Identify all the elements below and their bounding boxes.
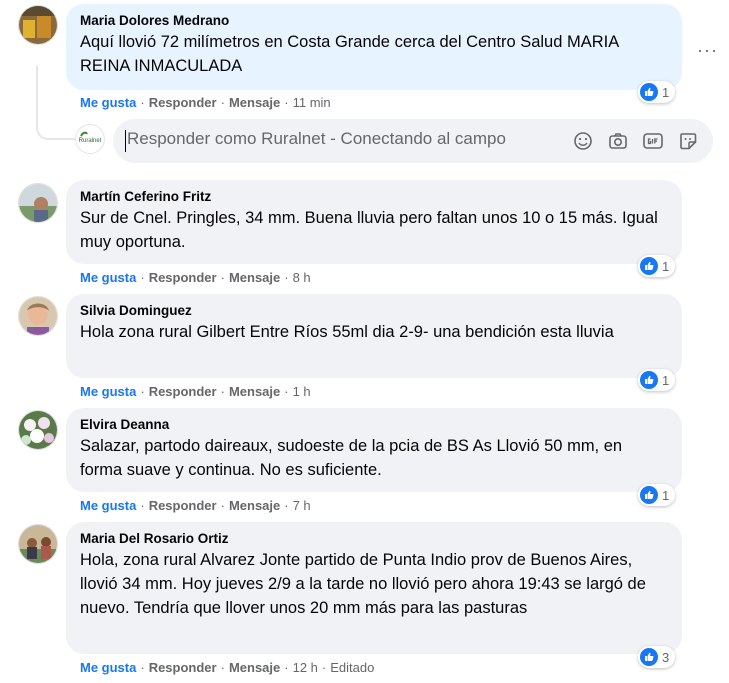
comment-actions: Me gusta · Responder · Mensaje · 11 min (80, 95, 331, 110)
reply-box[interactable]: Responder como Ruralnet - Conectando al … (113, 119, 713, 163)
text-caret (125, 130, 126, 152)
comment-author[interactable]: Martín Ceferino Fritz (80, 188, 668, 206)
timestamp[interactable]: 7 h (293, 498, 311, 513)
comment-bubble: Martín Ceferino Fritz Sur de Cnel. Pring… (66, 180, 682, 264)
reply-input[interactable]: Responder como Ruralnet - Conectando al … (127, 129, 506, 149)
avatar[interactable] (18, 5, 58, 45)
reaction-count[interactable]: 1 (638, 255, 676, 277)
comment-bubble: Silvia Dominguez Hola zona rural Gilbert… (66, 294, 682, 378)
like-button[interactable]: Me gusta (80, 384, 136, 399)
reaction-number: 1 (662, 258, 670, 274)
comment-text: Sur de Cnel. Pringles, 34 mm. Buena lluv… (80, 209, 658, 251)
like-button[interactable]: Me gusta (80, 498, 136, 513)
reply-button[interactable]: Responder (149, 660, 217, 675)
timestamp[interactable]: 8 h (293, 270, 311, 285)
reply-button[interactable]: Responder (149, 270, 217, 285)
comment-text: Salazar, partodo daireaux, sudoeste de l… (80, 437, 623, 479)
like-button[interactable]: Me gusta (80, 95, 136, 110)
comment-bubble: Maria Del Rosario Ortiz Hola, zona rural… (66, 522, 682, 654)
avatar[interactable] (18, 296, 58, 336)
comment-text: Hola, zona rural Alvarez Jonte partido d… (80, 551, 646, 617)
reaction-number: 1 (662, 487, 670, 503)
edited-label[interactable]: Editado (330, 660, 374, 675)
avatar[interactable] (18, 524, 58, 564)
like-button[interactable]: Me gusta (80, 660, 136, 675)
timestamp[interactable]: 1 h (293, 384, 311, 399)
timestamp[interactable]: 11 min (293, 95, 331, 110)
reaction-count[interactable]: 1 (638, 81, 676, 103)
comment-actions: Me gusta · Responder · Mensaje · 8 h (80, 270, 311, 285)
svg-text:Ruralnet: Ruralnet (79, 138, 102, 144)
emoji-icon[interactable] (572, 130, 594, 152)
message-button[interactable]: Mensaje (229, 270, 280, 285)
timestamp[interactable]: 12 h (293, 660, 318, 675)
reaction-count[interactable]: 3 (638, 646, 676, 668)
comment-text: Aquí llovió 72 milímetros en Costa Grand… (80, 33, 619, 75)
reaction-number: 3 (662, 649, 670, 665)
reply-button[interactable]: Responder (149, 384, 217, 399)
gif-icon[interactable] (642, 130, 664, 152)
reaction-count[interactable]: 1 (638, 369, 676, 391)
reply-button[interactable]: Responder (149, 498, 217, 513)
more-options-icon[interactable]: ··· (697, 40, 718, 61)
comment-bubble: Elvira Deanna Salazar, partodo daireaux,… (66, 408, 682, 492)
camera-icon[interactable] (607, 130, 629, 152)
reply-toolbar (572, 130, 699, 152)
comment-author[interactable]: Maria Del Rosario Ortiz (80, 530, 668, 548)
comment-author[interactable]: Silvia Dominguez (80, 302, 668, 320)
comment-actions: Me gusta · Responder · Mensaje · 7 h (80, 498, 311, 513)
reaction-number: 1 (662, 372, 670, 388)
comment-text: Hola zona rural Gilbert Entre Ríos 55ml … (80, 323, 614, 341)
comment-actions: Me gusta · Responder · Mensaje · 12 h · Editado (80, 660, 375, 675)
message-button[interactable]: Mensaje (229, 498, 280, 513)
like-icon (640, 486, 658, 504)
comment-actions: Me gusta · Responder · Mensaje · 1 h (80, 384, 311, 399)
message-button[interactable]: Mensaje (229, 384, 280, 399)
message-button[interactable]: Mensaje (229, 95, 280, 110)
reaction-number: 1 (662, 84, 670, 100)
reaction-count[interactable]: 1 (638, 484, 676, 506)
like-icon (640, 257, 658, 275)
avatar[interactable] (18, 183, 58, 223)
comment-author[interactable]: Maria Dolores Medrano (80, 12, 668, 30)
message-button[interactable]: Mensaje (229, 660, 280, 675)
like-icon (640, 371, 658, 389)
sticker-icon[interactable] (677, 130, 699, 152)
like-icon (640, 83, 658, 101)
like-button[interactable]: Me gusta (80, 270, 136, 285)
comment-bubble: Maria Dolores Medrano Aquí llovió 72 mil… (66, 4, 682, 90)
page-avatar: Ruralnet (75, 124, 105, 154)
like-icon (640, 648, 658, 666)
comment-author[interactable]: Elvira Deanna (80, 416, 668, 434)
reply-button[interactable]: Responder (149, 95, 217, 110)
avatar[interactable] (18, 410, 58, 450)
